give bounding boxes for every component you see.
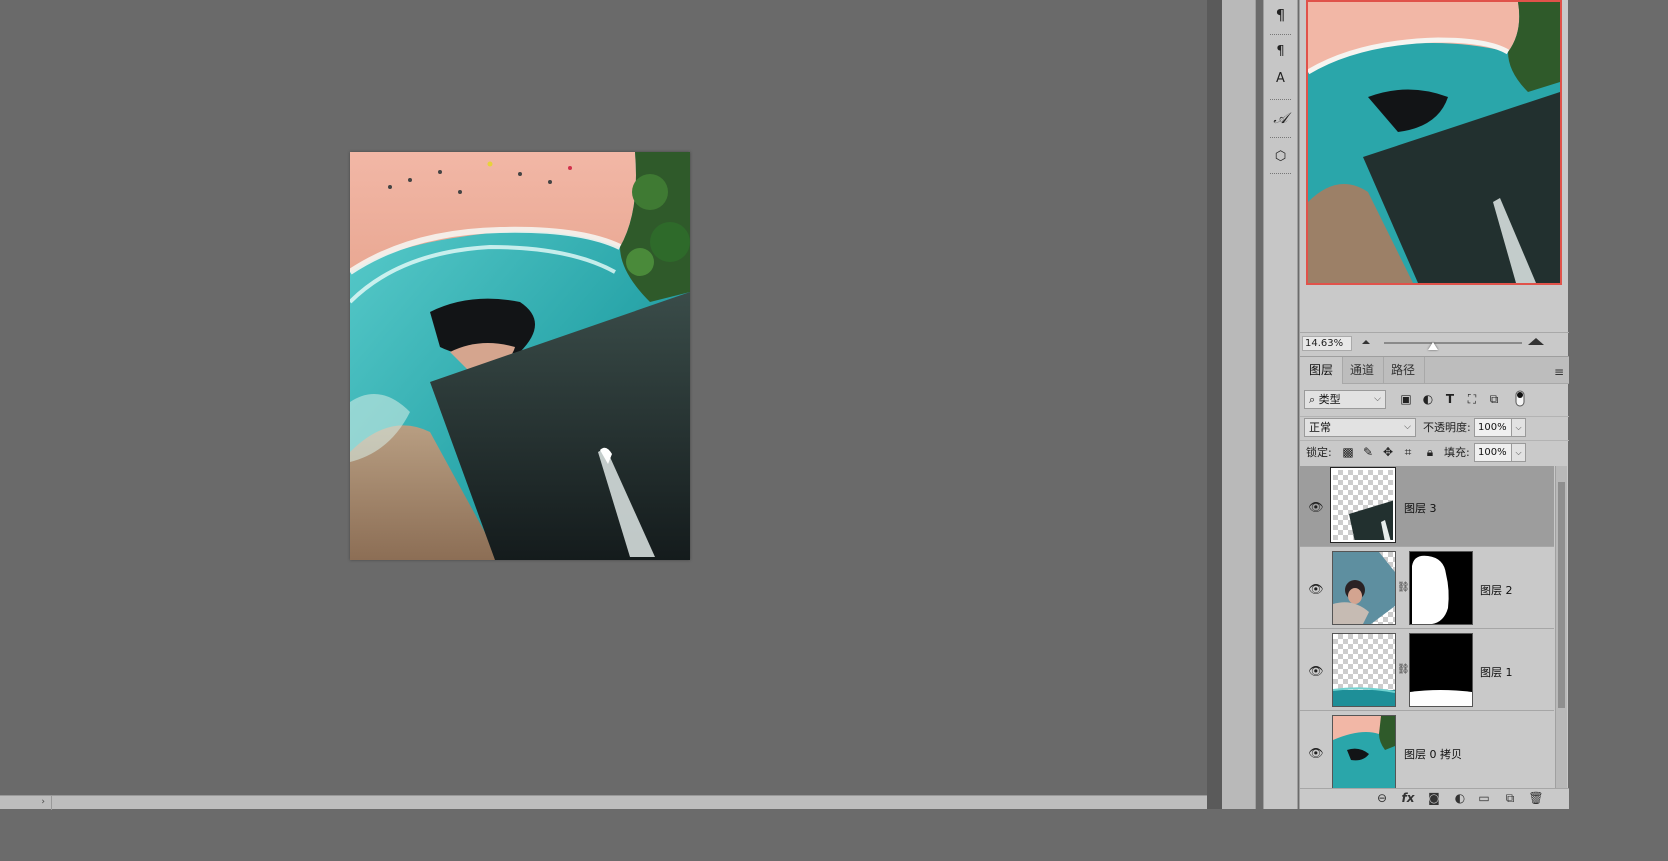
tab-channels[interactable]: 通道 [1341,357,1385,384]
glyphs-icon[interactable]: 𝒜 [1264,107,1297,129]
filter-pixel-icon[interactable]: ▣ [1398,390,1414,409]
panel-icon-strip: ¶ ¶ A 𝒜 ⬡ [1263,0,1298,809]
prevent-autonest-icon[interactable]: ⌗ [1400,443,1416,462]
layers-list: 👁︎ 图层 3 👁︎ ⛓︎ 图层 2 👁︎ ⛓︎ 图层 1 👁︎ 图层 0 拷贝 [1300,466,1554,788]
lock-position-icon[interactable]: ✥ [1380,443,1396,462]
fill-field[interactable]: 100% [1474,443,1512,462]
layer-1-mask-image [1410,634,1472,706]
lock-all-icon[interactable]: 🔒︎ [1422,443,1438,462]
layer-thumbnail[interactable] [1332,551,1396,625]
visibility-eye-icon[interactable]: 👁︎ [1308,582,1324,596]
layer-name[interactable]: 图层 0 拷贝 [1404,746,1462,762]
blend-mode-dropdown[interactable]: 正常 ⌵ [1304,418,1416,437]
chevron-down-icon: ⌵ [1374,394,1381,404]
zoom-out-icon[interactable] [1362,340,1370,344]
layer-2-mask-image [1410,552,1472,624]
visibility-eye-icon[interactable]: 👁︎ [1308,664,1324,678]
paragraph-styles-icon[interactable]: ¶ [1264,41,1297,63]
layer-row[interactable]: 👁︎ ⛓︎ 图层 2 [1300,548,1554,629]
mask-link-icon[interactable]: ⛓︎ [1397,664,1410,675]
navigator-preview[interactable] [1306,0,1562,285]
status-bar: › [0,795,1207,810]
layer-0-copy-thumbnail-image [1333,716,1395,788]
filter-type-icon[interactable]: T [1442,390,1458,409]
layer-row[interactable]: 👁︎ ⛓︎ 图层 1 [1300,630,1554,711]
add-mask-icon[interactable]: ◙ [1424,791,1444,805]
filter-adjustment-icon[interactable]: ◐ [1420,390,1436,409]
strip-separator [1270,137,1291,138]
lock-transparent-pixels-icon[interactable]: ▩ [1340,443,1356,462]
tab-paths[interactable]: 路径 [1382,357,1426,384]
layer-name[interactable]: 图层 3 [1404,500,1437,516]
panel-gutter [1207,0,1222,809]
zoom-in-icon[interactable] [1528,338,1544,345]
layer-2-thumbnail-image [1333,552,1395,624]
layer-thumbnail[interactable] [1332,715,1396,788]
document-canvas[interactable] [350,152,690,560]
blend-mode-value: 正常 [1309,421,1331,434]
layer-filter-kind-dropdown[interactable]: ⌕ 类型 ⌵ [1304,390,1386,409]
link-layers-icon[interactable]: ⊖ [1372,791,1392,805]
blend-opacity-row: 正常 ⌵ 不透明度: 100% ⌵ [1300,416,1569,438]
layer-name[interactable]: 图层 2 [1480,582,1513,598]
visibility-eye-icon[interactable]: 👁︎ [1308,746,1324,760]
zoom-value-field[interactable]: 14.63% [1302,336,1352,351]
filter-smartobject-icon[interactable]: ⧉ [1486,390,1502,409]
toggle-switch-icon [1515,390,1525,407]
fill-dropdown-button[interactable]: ⌵ [1512,443,1526,462]
right-panel: 14.63% 图层 通道 路径 ≡ ⌕ 类型 ⌵ ▣ ◐ T ⛶ ⧉ 正常 ⌵ … [1299,0,1569,809]
layer-mask-thumbnail[interactable] [1409,551,1473,625]
layer-3-thumbnail-image [1349,500,1393,540]
document-workspace[interactable] [0,0,1207,795]
visibility-eye-icon[interactable]: 👁︎ [1308,500,1324,514]
lock-image-pixels-icon[interactable]: ✎ [1360,443,1376,462]
panel-menu-icon[interactable]: ≡ [1554,365,1564,379]
status-nav-arrow[interactable]: › [0,796,52,810]
opacity-field[interactable]: 100% [1474,418,1512,437]
layer-mask-thumbnail[interactable] [1409,633,1473,707]
strip-separator [1270,34,1291,35]
filter-toggle-switch[interactable] [1514,390,1526,409]
3d-cube-icon[interactable]: ⬡ [1264,146,1297,168]
collapsed-panel-dock [1222,0,1256,809]
opacity-dropdown-button[interactable]: ⌵ [1512,418,1526,437]
mask-link-icon[interactable]: ⛓︎ [1397,582,1410,593]
strip-separator [1270,173,1291,174]
new-layer-icon[interactable]: ⧉ [1500,791,1520,806]
zoom-slider-thumb[interactable] [1428,342,1438,350]
layer-thumbnail[interactable] [1332,633,1396,707]
paragraph-icon[interactable]: ¶ [1264,4,1297,26]
chevron-down-icon: ⌵ [1404,422,1411,432]
trash-icon[interactable]: 🗑︎ [1526,791,1546,805]
layer-row[interactable]: 👁︎ 图层 3 [1300,466,1554,547]
layers-scrollbar[interactable] [1555,466,1567,788]
layers-scrollbar-thumb[interactable] [1558,482,1565,708]
group-icon[interactable]: ▭ [1474,791,1494,805]
zoom-slider-track[interactable] [1384,342,1522,344]
lock-label: 锁定: [1306,446,1332,459]
layers-panel-tabs: 图层 通道 路径 ≡ [1300,356,1569,384]
search-icon: ⌕ [1309,393,1319,406]
layer-name[interactable]: 图层 1 [1480,664,1513,680]
composite-image [350,152,690,560]
fill-label: 填充: [1444,446,1470,459]
lock-fill-row: 锁定: ▩ ✎ ✥ ⌗ 🔒︎ 填充: 100% ⌵ [1300,440,1569,464]
filter-shape-icon[interactable]: ⛶ [1464,390,1480,409]
character-styles-icon[interactable]: A [1264,68,1297,90]
strip-separator [1270,99,1291,100]
adjustment-icon[interactable]: ◐ [1450,791,1470,805]
fx-icon[interactable]: fx [1398,791,1418,805]
filter-kind-value: 类型 [1318,393,1341,406]
tab-layers[interactable]: 图层 [1300,357,1344,384]
navigator-preview-image [1308,2,1560,283]
opacity-label: 不透明度: [1423,421,1471,434]
layers-bottom-toolbar: ⊖ fx ◙ ◐ ▭ ⧉ 🗑︎ [1300,788,1569,809]
layer-1-thumbnail-image [1333,687,1395,706]
layer-row[interactable]: 👁︎ 图层 0 拷贝 [1300,712,1554,788]
layer-thumbnail[interactable] [1330,467,1396,543]
layer-filter-row: ⌕ 类型 ⌵ ▣ ◐ T ⛶ ⧉ [1300,390,1569,412]
